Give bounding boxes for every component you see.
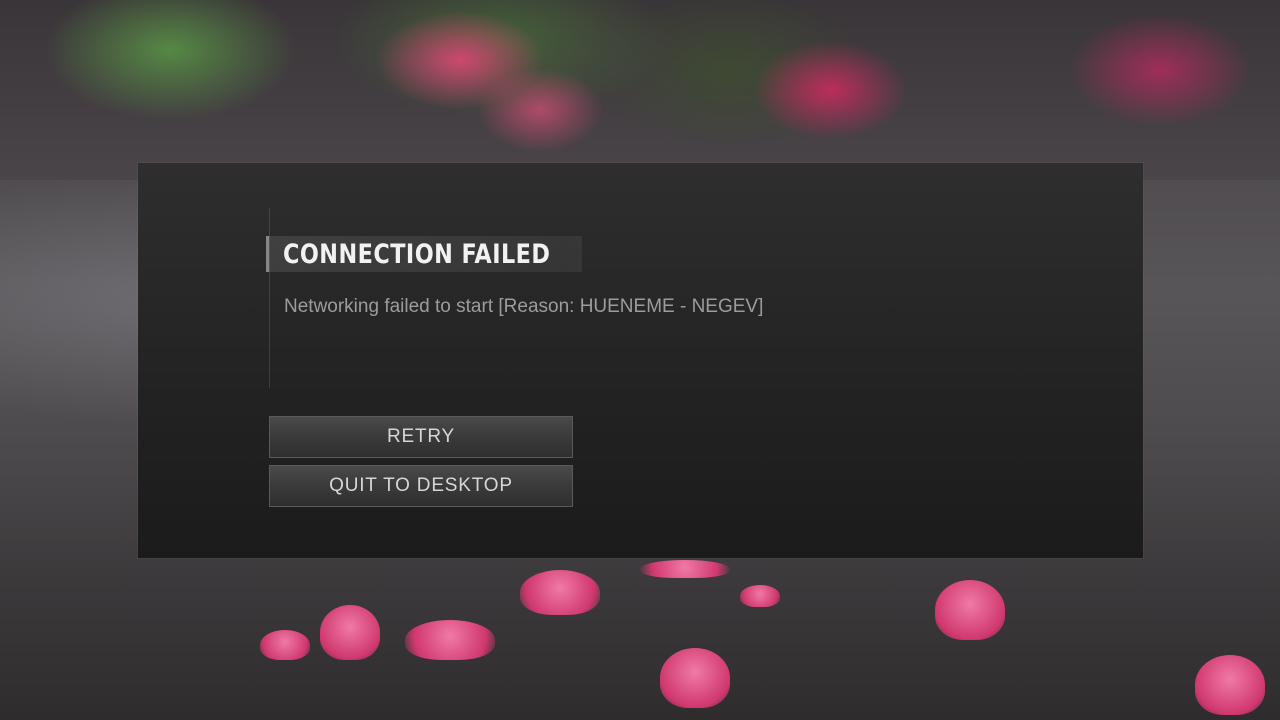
dialog-title-banner: CONNECTION FAILED [266, 236, 582, 272]
retry-button-label: RETRY [386, 426, 456, 447]
background-petal [935, 580, 1005, 640]
background-petal [1195, 655, 1265, 715]
game-screen: CONNECTION FAILED Networking failed to s… [0, 0, 1280, 720]
connection-error-dialog: CONNECTION FAILED Networking failed to s… [138, 163, 1143, 558]
quit-to-desktop-button-label: QUIT TO DESKTOP [329, 475, 513, 496]
background-petal [660, 648, 730, 708]
retry-button[interactable]: RETRY [269, 416, 573, 458]
background-petal [640, 560, 730, 578]
background-petal [320, 605, 380, 660]
background-petal [260, 630, 310, 660]
background-petal [740, 585, 780, 607]
dialog-title: CONNECTION FAILED [283, 238, 551, 270]
dialog-accent-rule [269, 208, 270, 388]
error-message: Networking failed to start [Reason: HUEN… [284, 296, 764, 317]
quit-to-desktop-button[interactable]: QUIT TO DESKTOP [269, 465, 573, 507]
background-petal [405, 620, 495, 660]
background-petal [520, 570, 600, 615]
